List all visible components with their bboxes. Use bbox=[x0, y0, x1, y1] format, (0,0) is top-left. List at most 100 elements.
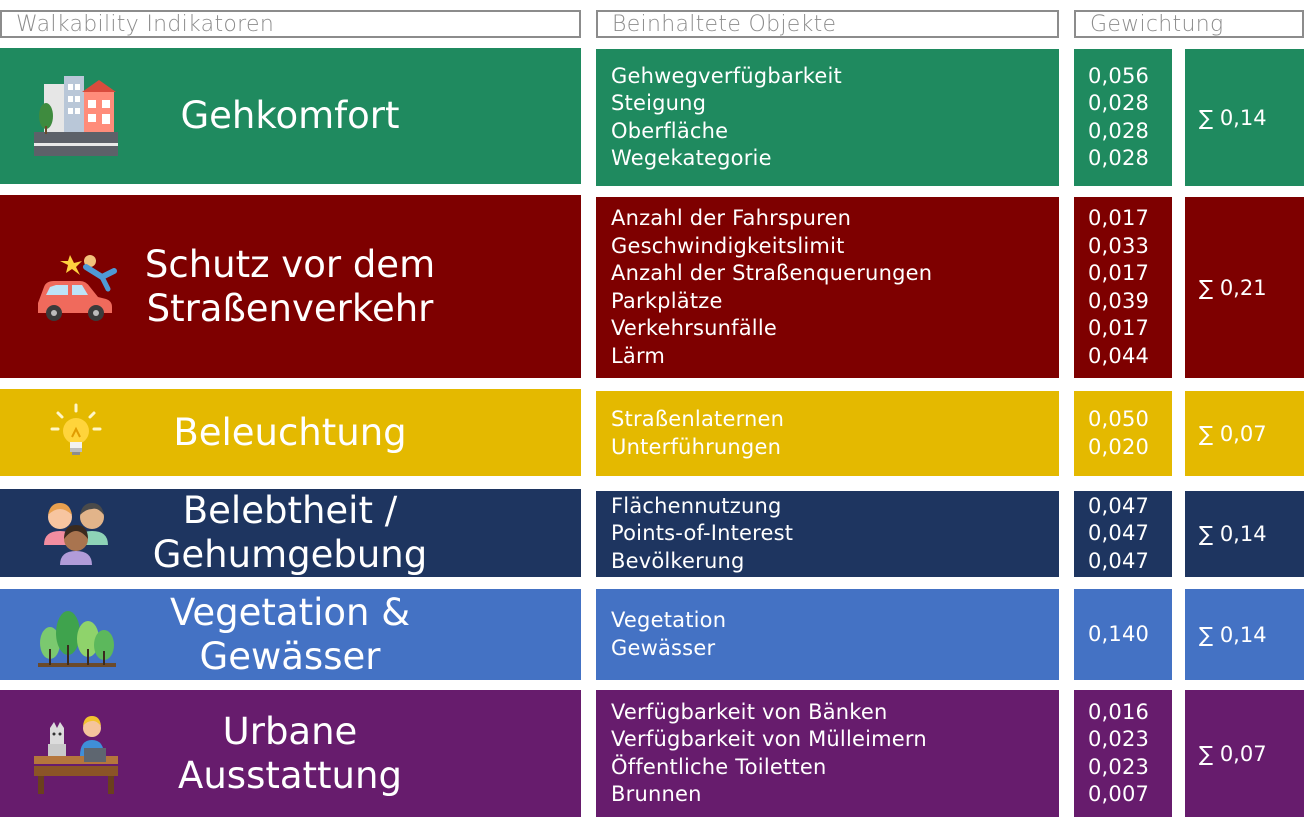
weights-cell: 0,056 0,028 0,028 0,028 bbox=[1074, 49, 1172, 186]
weight-value: 0,017 bbox=[1088, 316, 1150, 340]
sum-cell: ∑ 0,21 bbox=[1185, 197, 1304, 378]
object-item: Öffentliche Toiletten bbox=[611, 754, 827, 779]
indicator-title: Vegetation & Gewässer bbox=[135, 589, 445, 680]
indicator-cell: Belebtheit / Gehumgebung bbox=[0, 489, 581, 577]
weights-cell: 0,016 0,023 0,023 0,007 bbox=[1074, 690, 1172, 817]
weight-value: 0,047 bbox=[1088, 493, 1150, 518]
weight-value: 0,023 bbox=[1088, 754, 1150, 779]
object-item: Geschwindigkeitslimit bbox=[611, 233, 845, 258]
weight-value: 0,007 bbox=[1088, 782, 1150, 806]
indicator-cell: Vegetation & Gewässer bbox=[0, 589, 581, 680]
object-item: Verfügbarkeit von Mülleimern bbox=[611, 727, 927, 751]
row-beleuchtung: Beleuchtung Straßenlaternen Unterführung… bbox=[0, 389, 1305, 476]
row-schutz: Schutz vor dem Straßenverkehr Anzahl der… bbox=[0, 195, 1305, 378]
indicator-title-line: Gewässer bbox=[199, 634, 381, 678]
object-item: Steigung bbox=[611, 91, 707, 115]
weight-value: 0,016 bbox=[1088, 699, 1150, 724]
object-item: Unterführungen bbox=[611, 434, 782, 459]
object-item: Points-of-Interest bbox=[611, 521, 794, 546]
indicator-cell: Beleuchtung bbox=[0, 389, 581, 476]
sum-cell: ∑ 0,14 bbox=[1185, 589, 1304, 680]
object-item: Wegekategorie bbox=[611, 146, 772, 170]
objects-cell: Gehwegverfügbarkeit Steigung Oberfläche … bbox=[596, 49, 1059, 186]
weights-cell: 0,140 bbox=[1074, 589, 1172, 680]
object-item: Anzahl der Straßenquerungen bbox=[611, 261, 933, 285]
weight-value: 0,028 bbox=[1088, 91, 1150, 115]
bench-person-icon bbox=[30, 708, 122, 800]
weights-cell: 0,047 0,047 0,047 bbox=[1074, 491, 1172, 577]
row-urbane: Urbane Ausstattung Verfügbarkeit von Bän… bbox=[0, 690, 1305, 817]
weight-value: 0,028 bbox=[1088, 146, 1150, 170]
indicator-title-line: Urbane bbox=[222, 709, 358, 753]
object-item: Verkehrsunfälle bbox=[611, 316, 777, 340]
object-item: Anzahl der Fahrspuren bbox=[611, 206, 852, 230]
sum-cell: ∑ 0,07 bbox=[1185, 690, 1304, 817]
people-group-icon bbox=[30, 487, 122, 579]
objects-cell: Verfügbarkeit von Bänken Verfügbarkeit v… bbox=[596, 690, 1059, 817]
object-item: Flächennutzung bbox=[611, 493, 782, 518]
sum-cell: ∑ 0,14 bbox=[1185, 491, 1304, 577]
indicator-title-line: Straßenverkehr bbox=[146, 286, 434, 330]
row-gehkomfort: Gehkomfort Gehwegverfügbarkeit Steigung … bbox=[0, 48, 1305, 186]
indicator-title-line: Ausstattung bbox=[178, 753, 402, 797]
sum-value: ∑ 0,07 bbox=[1199, 421, 1267, 446]
indicator-title-line: Schutz vor dem bbox=[144, 242, 436, 286]
indicator-title-line: Gehkomfort bbox=[180, 94, 400, 137]
trees-icon bbox=[30, 589, 122, 681]
weights-cell: 0,050 0,020 bbox=[1074, 391, 1172, 476]
row-belebtheit: Belebtheit / Gehumgebung Flächennutzung … bbox=[0, 489, 1305, 577]
weight-value: 0,047 bbox=[1088, 548, 1150, 573]
sum-cell: ∑ 0,14 bbox=[1185, 49, 1304, 186]
object-item: Oberfläche bbox=[611, 118, 729, 143]
car-accident-icon bbox=[30, 241, 122, 333]
weight-value: 0,023 bbox=[1088, 727, 1150, 751]
objects-cell: Straßenlaternen Unterführungen bbox=[596, 391, 1059, 476]
weight-value: 0,140 bbox=[1088, 621, 1150, 646]
weight-value: 0,047 bbox=[1088, 521, 1150, 546]
object-item: Gehwegverfügbarkeit bbox=[611, 63, 842, 88]
weight-value: 0,039 bbox=[1088, 288, 1150, 313]
street-buildings-icon bbox=[30, 70, 122, 162]
objects-cell: Flächennutzung Points-of-Interest Bevölk… bbox=[596, 491, 1059, 577]
header-weighting: Gewichtung bbox=[1074, 10, 1304, 38]
indicator-title: Urbane Ausstattung bbox=[135, 690, 445, 817]
indicator-cell: Gehkomfort bbox=[0, 48, 581, 184]
weight-value: 0,020 bbox=[1088, 434, 1150, 459]
object-item: Gewässer bbox=[611, 635, 716, 660]
row-vegetation: Vegetation & Gewässer Vegetation Gewässe… bbox=[0, 589, 1305, 680]
indicator-cell: Urbane Ausstattung bbox=[0, 690, 581, 817]
indicator-title: Schutz vor dem Straßenverkehr bbox=[135, 195, 445, 378]
indicator-title-line: Vegetation & bbox=[169, 590, 411, 634]
indicator-cell: Schutz vor dem Straßenverkehr bbox=[0, 195, 581, 378]
weight-value: 0,017 bbox=[1088, 206, 1150, 230]
objects-cell: Anzahl der Fahrspuren Geschwindigkeitsli… bbox=[596, 197, 1059, 378]
weight-value: 0,050 bbox=[1088, 407, 1150, 431]
sum-value: ∑ 0,07 bbox=[1199, 741, 1267, 766]
object-item: Bevölkerung bbox=[611, 548, 745, 573]
indicator-title-line: Beleuchtung bbox=[173, 410, 407, 454]
light-bulb-icon bbox=[30, 387, 122, 479]
objects-cell: Vegetation Gewässer bbox=[596, 589, 1059, 680]
indicator-title-line: Gehumgebung bbox=[152, 533, 428, 576]
sum-value: ∑ 0,14 bbox=[1199, 622, 1267, 647]
weight-value: 0,033 bbox=[1088, 233, 1150, 258]
indicator-title: Beleuchtung bbox=[135, 389, 445, 476]
weight-value: 0,028 bbox=[1088, 118, 1150, 143]
object-item: Lärm bbox=[611, 343, 666, 368]
weight-value: 0,056 bbox=[1088, 63, 1150, 88]
sum-cell: ∑ 0,07 bbox=[1185, 391, 1304, 476]
indicator-title: Belebtheit / Gehumgebung bbox=[135, 489, 445, 577]
object-item: Straßenlaternen bbox=[611, 407, 785, 431]
header-indicators: Walkability Indikatoren bbox=[0, 10, 581, 38]
weight-value: 0,017 bbox=[1088, 261, 1150, 285]
object-item: Brunnen bbox=[611, 782, 702, 806]
object-item: Verfügbarkeit von Bänken bbox=[611, 699, 888, 724]
object-item: Vegetation bbox=[611, 608, 727, 632]
header-objects: Beinhaltete Objekte bbox=[596, 10, 1059, 38]
sum-value: ∑ 0,21 bbox=[1199, 275, 1267, 300]
indicator-title-line: Belebtheit / bbox=[182, 489, 398, 532]
sum-value: ∑ 0,14 bbox=[1199, 522, 1267, 546]
weights-cell: 0,017 0,033 0,017 0,039 0,017 0,044 bbox=[1074, 197, 1172, 378]
indicator-title: Gehkomfort bbox=[135, 48, 445, 184]
weight-value: 0,044 bbox=[1088, 343, 1150, 368]
